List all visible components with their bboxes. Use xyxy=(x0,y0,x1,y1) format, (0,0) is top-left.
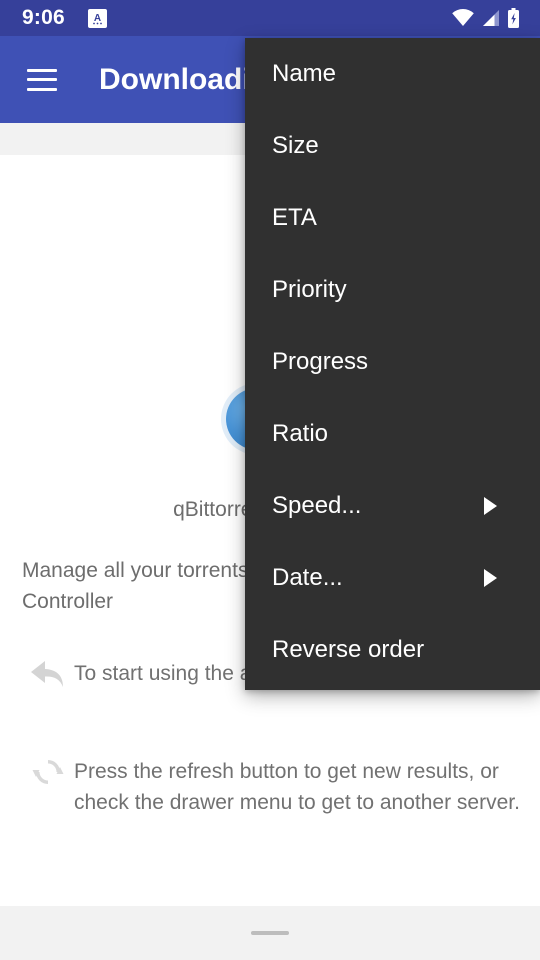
menu-item-label: Ratio xyxy=(272,420,329,447)
wifi-icon xyxy=(451,9,475,27)
submenu-arrow-icon xyxy=(484,497,497,515)
cellular-signal-icon xyxy=(481,9,501,27)
menu-item-priority[interactable]: Priority xyxy=(245,254,540,326)
menu-item-progress[interactable]: Progress xyxy=(245,326,540,398)
reply-arrow-icon xyxy=(22,650,74,698)
sort-popup-menu: Name Size ETA Priority Progress Ratio Speed...… xyxy=(245,38,540,690)
hint-row-refresh: Press the refresh button to get new resu… xyxy=(22,748,540,818)
menu-item-speed[interactable]: Speed... xyxy=(245,470,540,542)
refresh-sync-icon xyxy=(22,748,74,796)
status-bar-icons xyxy=(451,8,520,28)
letter-a-icon: A xyxy=(87,8,107,28)
menu-item-label: Speed... xyxy=(272,492,362,519)
hamburger-menu-icon[interactable] xyxy=(27,68,57,91)
menu-item-label: ETA xyxy=(272,204,317,231)
hint-text-refresh: Press the refresh button to get new resu… xyxy=(74,760,520,814)
app-screen: 9:06 A Downloading qBittorrent Manage al… xyxy=(0,0,540,960)
menu-item-size[interactable]: Size xyxy=(245,110,540,182)
submenu-arrow-icon xyxy=(484,569,497,587)
menu-item-label: Size xyxy=(272,132,319,159)
menu-item-ratio[interactable]: Ratio xyxy=(245,398,540,470)
menu-item-eta[interactable]: ETA xyxy=(245,182,540,254)
battery-charging-icon xyxy=(507,8,520,28)
menu-item-date[interactable]: Date... xyxy=(245,542,540,614)
menu-item-label: Date... xyxy=(272,564,343,591)
status-bar-time: 9:06 xyxy=(22,6,65,29)
menu-item-label: Name xyxy=(272,60,337,87)
menu-item-label: Priority xyxy=(272,276,347,303)
menu-item-label: Progress xyxy=(272,348,369,375)
menu-item-label: Reverse order xyxy=(272,636,425,663)
menu-item-name[interactable]: Name xyxy=(245,38,540,110)
menu-item-reverse-order[interactable]: Reverse order xyxy=(245,614,540,686)
svg-text:A: A xyxy=(94,13,101,24)
bottom-navigation-bar xyxy=(0,906,540,960)
gesture-handle-icon[interactable] xyxy=(251,931,289,935)
status-bar: 9:06 A xyxy=(0,0,540,36)
